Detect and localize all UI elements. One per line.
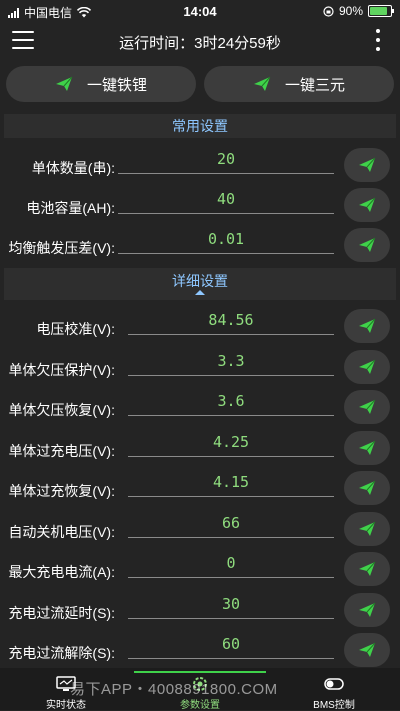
send-setting-button[interactable] (344, 148, 390, 182)
one-click-lfp-button[interactable]: 一键铁锂 (6, 66, 196, 102)
quick-actions: 一键铁锂 一键三元 (0, 66, 400, 102)
section-detail-settings[interactable]: 详细设置 (4, 268, 396, 300)
setting-label: 单体欠压保护(V): (8, 361, 115, 378)
send-setting-button[interactable] (344, 228, 390, 262)
send-setting-button[interactable] (344, 390, 390, 424)
send-setting-button[interactable] (344, 633, 390, 667)
tab-realtime-label: 实时状态 (46, 700, 86, 711)
setting-row: 单体数量(串): 20 (0, 145, 400, 185)
setting-row: 电池容量(AH): 40 (0, 185, 400, 225)
gear-icon (193, 677, 207, 691)
send-icon (359, 197, 376, 212)
setting-value-input[interactable]: 84.56 (128, 306, 334, 335)
setting-row: 单体过充电压(V): 4.25 (0, 428, 400, 468)
setting-label: 电池容量(AH): (26, 200, 115, 216)
setting-label: 充电过流解除(S): (8, 645, 115, 661)
setting-value-input[interactable]: 30 (128, 590, 334, 619)
setting-row: 均衡触发压差(V): 0.01 (0, 225, 400, 265)
toggle-icon (324, 678, 344, 690)
setting-row: 单体欠压恢复(V): 3.6 (0, 387, 400, 427)
send-icon (359, 399, 376, 414)
section-detail-title: 详细设置 (172, 273, 228, 289)
send-icon (359, 318, 376, 333)
send-setting-button[interactable] (344, 349, 390, 384)
app-header: 运行时间：3时24分59秒 (0, 22, 400, 60)
send-setting-button[interactable] (344, 430, 390, 465)
send-icon (359, 157, 376, 172)
setting-label: 电压校准(V): (36, 321, 115, 337)
status-right: 90% (323, 4, 394, 18)
send-setting-button[interactable] (344, 592, 390, 627)
send-icon (359, 642, 376, 657)
send-setting-button[interactable] (344, 471, 390, 505)
setting-row: 最大充电电流(A): 0 (0, 549, 400, 589)
setting-value-input[interactable]: 0.01 (118, 225, 334, 254)
setting-value-input[interactable]: 40 (118, 185, 334, 214)
send-setting-button[interactable] (344, 511, 390, 546)
runtime-title: 运行时间：3时24分59秒 (119, 35, 281, 52)
setting-value-input[interactable]: 66 (128, 509, 334, 538)
send-icon (55, 76, 73, 91)
tab-bms-control[interactable]: BMS控制 (284, 674, 384, 711)
setting-label: 单体数量(串): (31, 160, 115, 176)
section-common-settings: 常用设置 (4, 114, 396, 138)
setting-value-input[interactable]: 3.3 (128, 347, 334, 376)
battery-level (370, 7, 388, 15)
setting-row: 电压校准(V): 84.56 (0, 306, 400, 346)
send-icon (359, 237, 376, 252)
bottom-tab-bar: 实时状态 参数设置 BMS控制 (0, 668, 400, 711)
orientation-lock-icon (323, 5, 334, 17)
one-click-ncm-button[interactable]: 一键三元 (204, 66, 394, 102)
status-bar: 中国电信 14:04 90% (0, 0, 400, 22)
setting-label: 单体过充恢复(V): (8, 483, 115, 499)
monitor-icon (56, 676, 76, 691)
setting-label: 单体欠压恢复(V): (8, 402, 115, 418)
setting-label: 均衡触发压差(V): (8, 240, 115, 256)
send-icon (359, 359, 376, 374)
send-icon (253, 76, 271, 91)
setting-row: 充电过流延时(S): 30 (0, 590, 400, 630)
setting-label: 充电过流延时(S): (8, 604, 115, 621)
one-click-ncm-label: 一键三元 (284, 76, 345, 94)
battery-percent: 90% (338, 4, 363, 18)
one-click-lfp-label: 一键铁锂 (86, 76, 147, 94)
setting-value-input[interactable]: 20 (118, 145, 334, 174)
collapse-chevron-icon (195, 290, 205, 295)
send-setting-button[interactable] (344, 188, 390, 222)
setting-label: 最大充电电流(A): (8, 564, 115, 580)
active-tab-indicator (134, 671, 266, 673)
send-setting-button[interactable] (344, 309, 390, 343)
send-icon (359, 440, 376, 455)
setting-row: 单体欠压保护(V): 3.3 (0, 347, 400, 387)
send-icon (359, 561, 376, 576)
more-options-icon[interactable] (376, 29, 380, 51)
send-icon (359, 521, 376, 536)
setting-value-input[interactable]: 4.25 (128, 428, 334, 457)
tab-parameter-label: 参数设置 (180, 700, 220, 711)
setting-value-input[interactable]: 3.6 (128, 387, 334, 416)
setting-label: 单体过充电压(V): (8, 442, 115, 459)
setting-row: 充电过流解除(S): 60 (0, 630, 400, 670)
setting-value-input[interactable]: 0 (128, 549, 334, 578)
battery-icon (368, 5, 394, 17)
tab-parameter-settings[interactable]: 参数设置 (150, 674, 250, 711)
tab-bms-label: BMS控制 (313, 700, 355, 711)
send-icon (359, 602, 376, 617)
tab-realtime-status[interactable]: 实时状态 (16, 674, 116, 711)
setting-value-input[interactable]: 4.15 (128, 468, 334, 497)
setting-value-input[interactable]: 60 (128, 630, 334, 659)
send-icon (359, 480, 376, 495)
setting-row: 自动关机电压(V): 66 (0, 509, 400, 549)
send-setting-button[interactable] (344, 552, 390, 586)
setting-label: 自动关机电压(V): (8, 523, 115, 540)
setting-row: 单体过充恢复(V): 4.15 (0, 468, 400, 508)
